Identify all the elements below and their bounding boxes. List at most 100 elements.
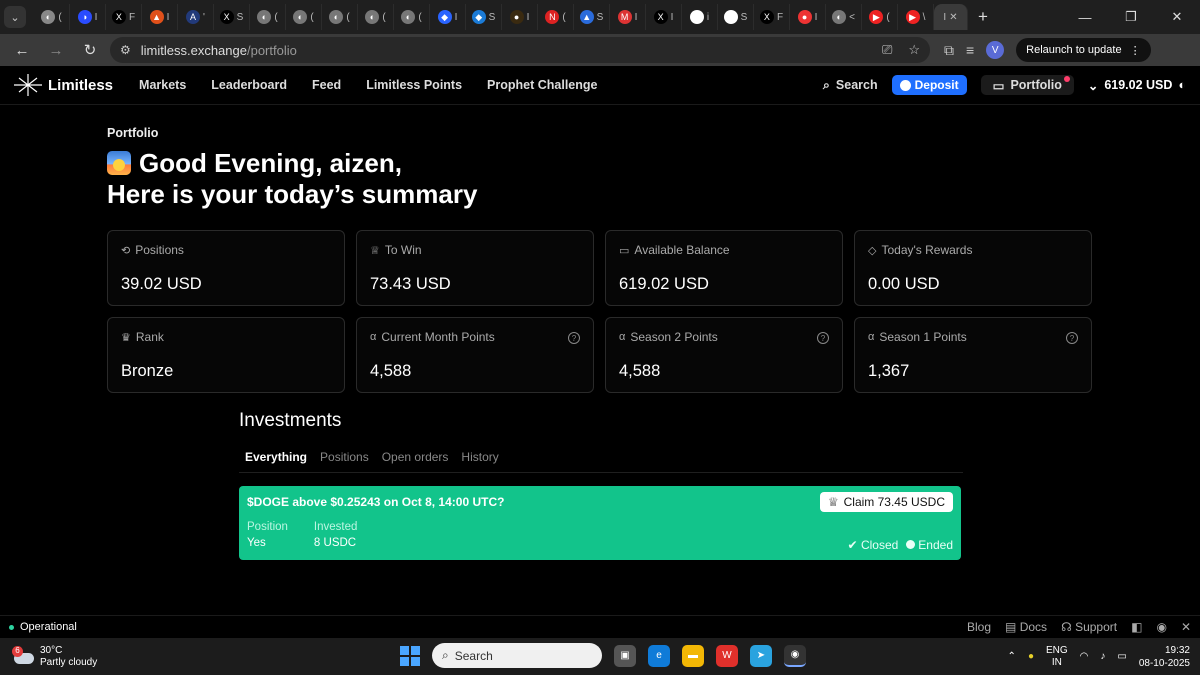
- market-card[interactable]: $DOGE above $0.25243 on Oct 8, 14:00 UTC…: [239, 486, 961, 560]
- browser-tab[interactable]: ● I: [790, 4, 826, 30]
- battery-icon[interactable]: ▭: [1117, 651, 1126, 662]
- browser-tab[interactable]: ◆ S: [466, 4, 502, 30]
- x-icon[interactable]: ✕: [1181, 620, 1191, 634]
- tab-close-icon[interactable]: ✕: [949, 12, 957, 23]
- search-icon: ⌕: [442, 648, 449, 662]
- nav-link-leaderboard[interactable]: Leaderboard: [211, 78, 287, 92]
- browser-tab[interactable]: ◎ S: [718, 4, 754, 30]
- browser-tab[interactable]: ◆ I: [430, 4, 466, 30]
- windows-start-icon[interactable]: [400, 645, 420, 666]
- browser-tab[interactable]: ▲ I: [142, 4, 178, 30]
- browser-tab[interactable]: ◐(: [250, 4, 286, 30]
- close-window-icon[interactable]: ✕: [1154, 0, 1200, 34]
- card-label-text: To Win: [384, 243, 422, 257]
- browser-tab[interactable]: ◑ I: [70, 4, 106, 30]
- tab-positions[interactable]: Positions: [320, 450, 369, 464]
- nav-link-feed[interactable]: Feed: [312, 78, 341, 92]
- browser-tab[interactable]: ◐(: [34, 4, 70, 30]
- tab-favicon-icon: ◐: [365, 10, 380, 24]
- footer-link-docs[interactable]: ▤ Docs: [1005, 620, 1047, 634]
- browser-tab[interactable]: ● I: [502, 4, 538, 30]
- tab-favicon-icon: ◑: [77, 10, 92, 24]
- brand-logo[interactable]: Limitless: [14, 74, 113, 96]
- wps-office-icon[interactable]: W: [716, 644, 738, 667]
- support-label: Support: [1075, 620, 1118, 634]
- claim-button[interactable]: ♕ Claim 73.45 USDC: [819, 492, 953, 512]
- portfolio-button[interactable]: ▭ Portfolio: [980, 75, 1074, 95]
- operational-status[interactable]: Operational: [20, 621, 77, 633]
- new-tab-button[interactable]: +: [970, 4, 996, 30]
- taskbar-search[interactable]: ⌕ Search: [432, 643, 602, 668]
- page-footer: Operational Blog ▤ Docs ☊ Support ◧ ◉ ✕: [0, 615, 1200, 638]
- cast-icon[interactable]: ⎚: [882, 42, 892, 58]
- browser-tab[interactable]: XS: [214, 4, 250, 30]
- help-icon[interactable]: ?: [568, 332, 580, 344]
- help-icon[interactable]: ?: [817, 332, 829, 344]
- tray-chevron-up-icon[interactable]: ⌃: [1008, 651, 1016, 662]
- tab-everything[interactable]: Everything: [245, 450, 307, 464]
- nav-link-markets[interactable]: Markets: [139, 78, 186, 92]
- github-icon[interactable]: ◧: [1131, 620, 1142, 634]
- reading-list-icon[interactable]: ≡: [966, 42, 974, 58]
- footer-link-support[interactable]: ☊ Support: [1061, 620, 1117, 634]
- medal-icon: ♛: [121, 331, 131, 344]
- summary-card: α Season 2 Points 4,588?: [605, 317, 843, 393]
- browser-tab[interactable]: A ': [178, 4, 214, 30]
- browser-tab[interactable]: MI: [610, 4, 646, 30]
- tab-favicon-icon: X: [111, 10, 126, 24]
- nav-link-prophet-challenge[interactable]: Prophet Challenge: [487, 78, 597, 92]
- task-view-icon[interactable]: ▣: [614, 644, 636, 667]
- browser-tab[interactable]: XF: [106, 4, 142, 30]
- os-taskbar: 6 30°C Partly cloudy ⌕ Search ▣ e ▬ W ➤ ◉ …: [0, 638, 1200, 675]
- back-arrow-icon[interactable]: ←: [8, 36, 36, 64]
- search-button[interactable]: ⌕ Search: [823, 78, 878, 93]
- summary-card: α Season 1 Points 1,367?: [854, 317, 1092, 393]
- browser-tab[interactable]: ▶ \: [898, 4, 934, 30]
- tab-history[interactable]: History: [461, 450, 498, 464]
- browser-tab[interactable]: ◐(: [322, 4, 358, 30]
- file-explorer-icon[interactable]: ▬: [682, 644, 704, 667]
- browser-tab[interactable]: ◎ i: [682, 4, 718, 30]
- edge-icon[interactable]: e: [648, 644, 670, 667]
- browser-tab[interactable]: ◐(: [394, 4, 430, 30]
- wallet-balance-button[interactable]: ⌄ 619.02 USD ◐: [1088, 78, 1186, 93]
- forward-arrow-icon[interactable]: →: [42, 36, 70, 64]
- telegram-icon[interactable]: ➤: [750, 644, 772, 667]
- active-browser-tab[interactable]: I ✕: [934, 4, 968, 30]
- restore-icon[interactable]: ❐: [1108, 0, 1154, 34]
- browser-tab[interactable]: ◐ <: [826, 4, 862, 30]
- bookmark-star-icon[interactable]: ☆: [908, 42, 920, 58]
- tab-search-chevron-icon[interactable]: ⌄: [4, 6, 26, 28]
- relaunch-button[interactable]: Relaunch to update ⋮: [1016, 38, 1151, 62]
- browser-tab[interactable]: ◐(: [358, 4, 394, 30]
- profile-avatar[interactable]: V: [986, 41, 1005, 59]
- browser-tab[interactable]: ◐(: [286, 4, 322, 30]
- language-indicator[interactable]: ENG IN: [1046, 645, 1068, 669]
- deposit-button[interactable]: Deposit: [891, 75, 967, 95]
- volume-icon[interactable]: ♪: [1100, 651, 1105, 662]
- app-navbar: Limitless Markets Leaderboard Feed Limitles…: [0, 66, 1200, 105]
- browser-tab[interactable]: XF: [754, 4, 790, 30]
- weather-widget[interactable]: 6 30°C Partly cloudy: [0, 645, 97, 669]
- browser-tab[interactable]: XI: [646, 4, 682, 30]
- clock[interactable]: 19:32 08-10-2025: [1139, 644, 1190, 670]
- nav-link-limitless-points[interactable]: Limitless Points: [366, 78, 462, 92]
- site-info-icon[interactable]: ⚙: [120, 43, 131, 57]
- reload-icon[interactable]: ↻: [76, 36, 104, 64]
- discord-icon[interactable]: ◉: [1156, 620, 1166, 634]
- address-bar[interactable]: ⚙ limitless.exchange/portfolio ⎚ ☆: [110, 37, 930, 63]
- footer-link-blog[interactable]: Blog: [967, 620, 991, 634]
- browser-tab[interactable]: N(: [538, 4, 574, 30]
- extensions-icon[interactable]: ⧉: [944, 42, 954, 59]
- chrome-icon[interactable]: ◉: [784, 644, 806, 667]
- tab-open-orders[interactable]: Open orders: [382, 450, 449, 464]
- window-controls: — ❐ ✕: [1062, 0, 1200, 34]
- minimize-icon[interactable]: —: [1062, 0, 1108, 34]
- tray-app-icon[interactable]: ●: [1028, 651, 1034, 662]
- wifi-icon[interactable]: ◠: [1080, 651, 1089, 662]
- chevron-down-icon: ⌄: [1087, 78, 1099, 93]
- help-icon[interactable]: ?: [1066, 332, 1078, 344]
- browser-tab[interactable]: ▶(: [862, 4, 898, 30]
- browser-tab[interactable]: ▲ S: [574, 4, 610, 30]
- tab-title: I: [670, 11, 674, 23]
